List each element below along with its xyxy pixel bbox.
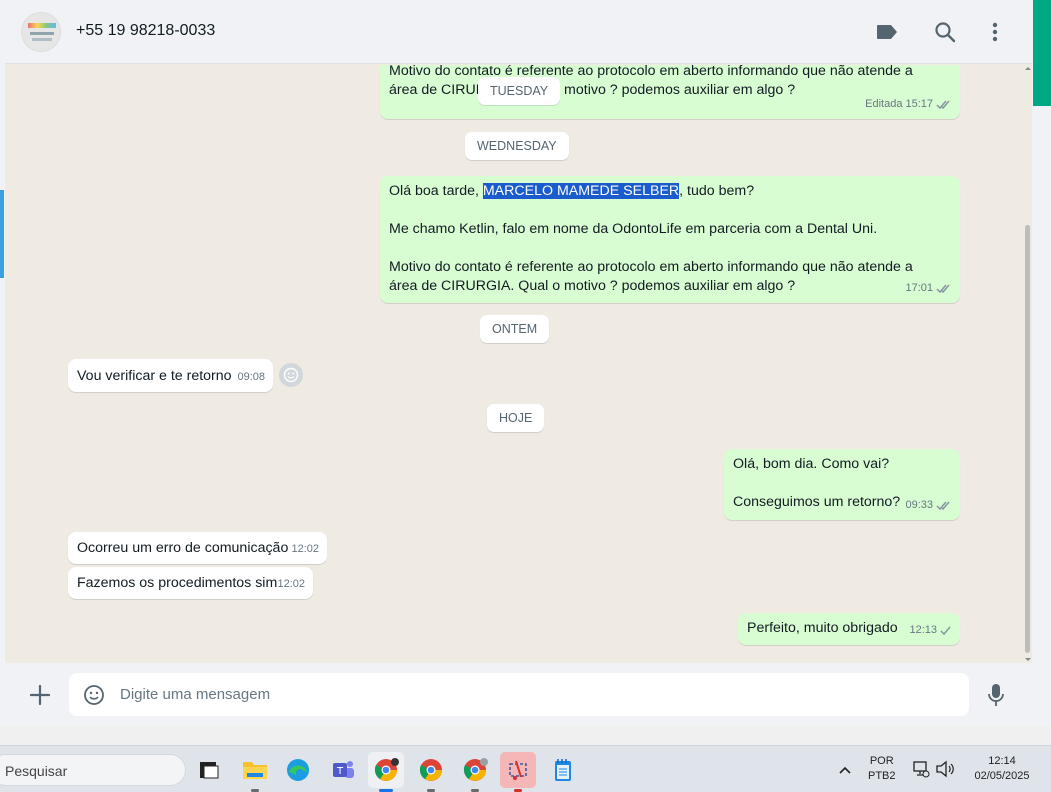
notepad-icon[interactable]	[545, 752, 581, 788]
chevron-up-icon[interactable]	[838, 762, 852, 780]
double-check-icon	[936, 284, 950, 294]
background-window-edge-right	[1032, 0, 1051, 726]
date-divider: TUESDAY	[478, 77, 561, 105]
double-check-icon	[936, 501, 950, 511]
whatsapp-window: +55 19 98218-0033 Motivo do contato é re…	[5, 0, 1032, 726]
message-text: Me chamo Ketlin, falo em nome da OdontoL…	[389, 221, 878, 237]
teams-icon[interactable]: T	[325, 752, 361, 788]
message-time: 09:33	[905, 499, 933, 511]
message-meta: 12:13	[909, 621, 952, 640]
message-outgoing[interactable]: Olá, bom dia. Como vai? Conseguimos um r…	[724, 449, 960, 520]
message-input[interactable]: Digite uma mensagem	[69, 673, 969, 716]
chrome-profile-1-icon[interactable]	[368, 752, 404, 792]
svg-text:T: T	[336, 766, 344, 777]
message-text: Motivo do contato é referente ao protoco…	[389, 65, 913, 79]
message-incoming[interactable]: Ocorreu um erro de comunicação 12:02	[68, 532, 327, 564]
clock-date: 02/05/2025	[974, 770, 1030, 782]
message-time: 12:02	[277, 578, 305, 590]
double-check-icon	[936, 100, 950, 110]
scrollbar-thumb[interactable]	[1025, 225, 1030, 653]
chrome-profile-3-icon[interactable]	[457, 752, 493, 792]
background-window-accent-right	[1033, 0, 1051, 106]
date-divider: WEDNESDAY	[465, 132, 569, 160]
message-time: 15:17	[905, 98, 933, 110]
message-meta: Editada 15:17	[865, 95, 952, 114]
message-text: Perfeito, muito obrigado	[747, 620, 898, 636]
message-time: 17:01	[905, 282, 933, 294]
message-meta: 09:33	[905, 496, 952, 515]
date-divider: HOJE	[487, 404, 545, 432]
message-meta: 09:08	[237, 368, 265, 387]
message-outgoing[interactable]: Motivo do contato é referente ao protoco…	[380, 65, 960, 119]
chat-header: +55 19 98218-0033	[5, 0, 1032, 64]
selected-text: MARCELO MAMEDE SELBER	[482, 183, 680, 199]
task-view-icon[interactable]	[191, 752, 227, 788]
input-placeholder: Digite uma mensagem	[120, 686, 271, 703]
clock[interactable]: 12:14 02/05/2025	[966, 755, 1038, 782]
microphone-icon[interactable]	[987, 683, 1005, 712]
file-explorer-icon[interactable]	[237, 752, 273, 792]
date-divider: ONTEM	[480, 315, 550, 343]
message-text: Olá, bom dia. Como vai?	[733, 456, 890, 472]
message-text: área de CIRURGIA. Qual o motivo ? podemo…	[389, 82, 796, 98]
message-incoming[interactable]: Fazemos os procedimentos sim 12:02	[68, 567, 313, 599]
message-text: Fazemos os procedimentos sim	[77, 575, 278, 591]
chrome-profile-2-icon[interactable]	[413, 752, 449, 792]
message-text: Ocorreu um erro de comunicação	[77, 540, 289, 556]
windows-taskbar: Pesquisar T POR PTB2 12:14 02/05/2025	[0, 745, 1051, 792]
composer: Digite uma mensagem	[5, 663, 1032, 726]
message-meta: 12:02	[291, 540, 319, 559]
network-icon[interactable]	[912, 760, 930, 783]
contact-name[interactable]: +55 19 98218-0033	[76, 22, 215, 40]
message-text: Motivo do contato é referente ao protoco…	[389, 259, 913, 275]
taskbar-search[interactable]: Pesquisar	[0, 754, 186, 786]
menu-dots-icon[interactable]	[981, 18, 1009, 46]
message-meta: 12:02	[277, 575, 305, 594]
edited-label: Editada	[865, 98, 903, 110]
emoji-react-icon[interactable]	[279, 363, 303, 387]
message-outgoing[interactable]: Olá boa tarde, MARCELO MAMEDE SELBER, tu…	[380, 176, 960, 303]
clock-time: 12:14	[988, 755, 1016, 767]
sticker-icon[interactable]	[83, 684, 105, 711]
message-text: área de CIRURGIA. Qual o motivo ? podemo…	[389, 278, 796, 294]
message-time: 09:08	[237, 371, 265, 383]
message-outgoing[interactable]: Perfeito, muito obrigado 12:13	[738, 613, 960, 645]
message-incoming[interactable]: Vou verificar e te retorno 09:08	[68, 359, 273, 392]
snipping-tool-icon[interactable]	[500, 752, 536, 792]
chat-scrollbar[interactable]	[1023, 65, 1032, 663]
label-icon[interactable]	[873, 18, 901, 46]
background-window-accent	[0, 190, 4, 278]
message-time: 12:13	[909, 624, 937, 636]
plus-icon[interactable]	[29, 684, 51, 711]
edge-icon[interactable]	[280, 752, 316, 788]
message-meta: 17:01	[905, 279, 952, 298]
message-time: 12:02	[291, 543, 319, 555]
message-list[interactable]: Motivo do contato é referente ao protoco…	[5, 65, 1032, 663]
message-text: Olá boa tarde, MARCELO MAMEDE SELBER, tu…	[389, 183, 755, 199]
language-indicator[interactable]: POR PTB2	[868, 755, 896, 782]
message-text: Conseguimos um retorno?	[733, 494, 901, 510]
volume-icon[interactable]	[935, 760, 955, 783]
single-check-icon	[940, 626, 951, 636]
avatar[interactable]	[21, 12, 61, 52]
search-icon[interactable]	[931, 18, 959, 46]
message-text: Vou verificar e te retorno	[77, 368, 232, 384]
